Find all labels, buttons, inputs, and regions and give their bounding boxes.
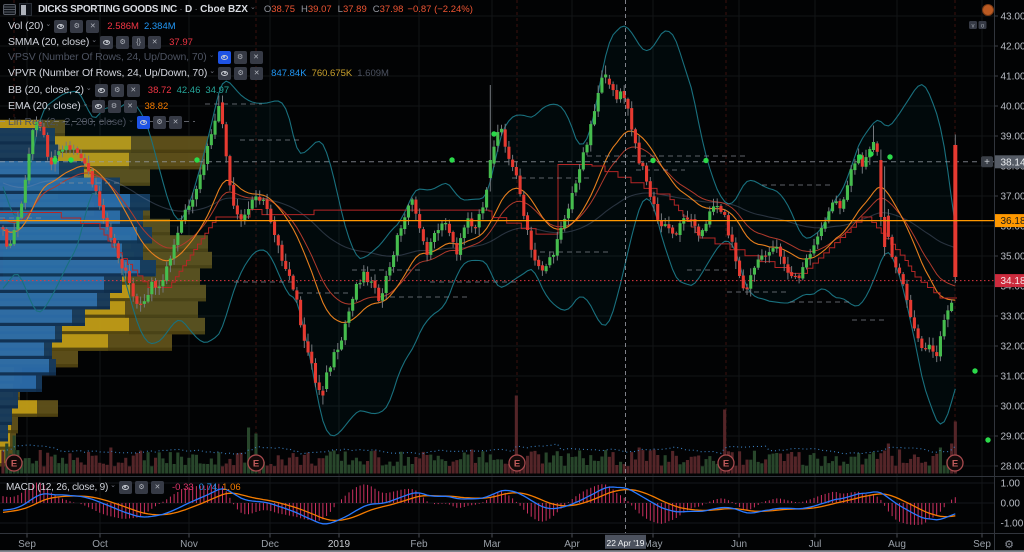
svg-text:33.00: 33.00: [1001, 312, 1024, 323]
svg-text:37.00: 37.00: [1001, 192, 1024, 203]
svg-text:1.00: 1.00: [1001, 479, 1021, 490]
svg-text:32.00: 32.00: [1001, 342, 1024, 353]
svg-text:2019: 2019: [328, 539, 351, 550]
svg-text:Mar: Mar: [483, 539, 501, 550]
svg-text:Jun: Jun: [731, 539, 747, 550]
svg-text:43.00: 43.00: [1001, 12, 1024, 23]
svg-text:E: E: [11, 459, 17, 470]
svg-text:36.18: 36.18: [1001, 216, 1024, 227]
svg-text:34.18: 34.18: [1001, 276, 1024, 287]
svg-text:E: E: [723, 459, 729, 470]
svg-text:41.00: 41.00: [1001, 72, 1024, 83]
svg-text:E: E: [514, 459, 520, 470]
svg-text:Jul: Jul: [809, 539, 822, 550]
svg-text:May: May: [644, 539, 663, 550]
svg-text:Sep: Sep: [973, 539, 991, 550]
svg-text:Nov: Nov: [180, 539, 198, 550]
svg-text:Oct: Oct: [92, 539, 108, 550]
svg-text:0.00: 0.00: [1001, 499, 1021, 510]
svg-text:29.00: 29.00: [1001, 432, 1024, 443]
svg-text:+: +: [984, 157, 990, 168]
svg-text:E: E: [952, 459, 958, 470]
svg-text:30.00: 30.00: [1001, 402, 1024, 413]
svg-text:⚙: ⚙: [1004, 539, 1014, 551]
svg-text:42.00: 42.00: [1001, 42, 1024, 53]
svg-text:31.00: 31.00: [1001, 372, 1024, 383]
svg-text:39.00: 39.00: [1001, 132, 1024, 143]
svg-text:Apr: Apr: [564, 539, 580, 550]
svg-text:28.00: 28.00: [1001, 462, 1024, 473]
svg-text:-1.00: -1.00: [1001, 519, 1024, 530]
svg-text:Dec: Dec: [261, 539, 279, 550]
svg-text:40.00: 40.00: [1001, 102, 1024, 113]
svg-text:v: v: [972, 24, 975, 30]
svg-text:E: E: [253, 459, 259, 470]
svg-text:38.14: 38.14: [1001, 157, 1024, 168]
svg-text:35.00: 35.00: [1001, 252, 1024, 263]
svg-text:Feb: Feb: [410, 539, 428, 550]
svg-text:Aug: Aug: [888, 539, 906, 550]
svg-text:Sep: Sep: [18, 539, 36, 550]
svg-text:22 Apr '19: 22 Apr '19: [606, 538, 644, 548]
